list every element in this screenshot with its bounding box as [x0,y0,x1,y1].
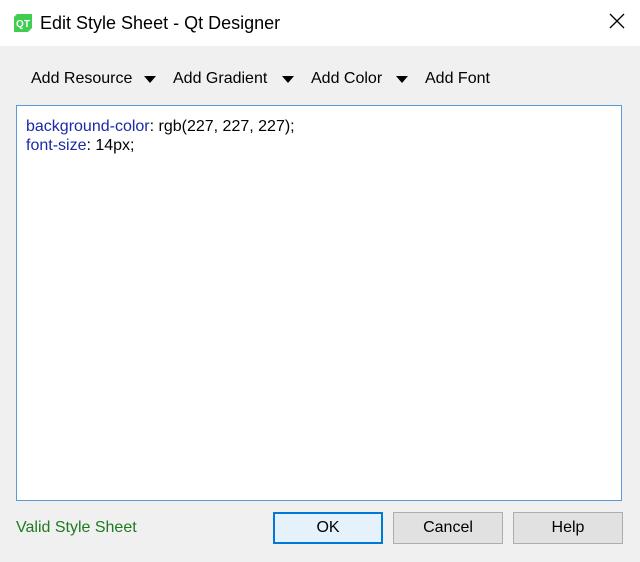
add-resource-label: Add Resource [31,70,133,87]
add-gradient-button[interactable]: Add Gradient [173,60,267,98]
close-button[interactable] [594,0,640,46]
add-gradient-label: Add Gradient [173,70,268,87]
edit-style-sheet-dialog: QT Edit Style Sheet - Qt Designer Add Re… [0,0,640,562]
css-value: 14px; [95,137,135,154]
ok-button[interactable]: OK [273,512,383,544]
add-font-label: Add Font [425,70,490,87]
cancel-button[interactable]: Cancel [393,512,503,544]
css-property: font-size [26,137,87,154]
add-color-dropdown[interactable] [392,60,412,98]
window-title: Edit Style Sheet - Qt Designer [40,13,281,33]
code-line: font-size: 14px; [26,136,612,155]
qt-designer-icon: QT [13,13,33,33]
style-sheet-editor[interactable]: background-color: rgb(227, 227, 227); fo… [16,105,622,501]
code-line: background-color: rgb(227, 227, 227); [26,117,612,136]
add-color-button[interactable]: Add Color [311,60,382,98]
add-color-label: Add Color [311,70,383,87]
svg-text:QT: QT [16,19,30,30]
title-bar: QT Edit Style Sheet - Qt Designer [0,0,640,46]
add-resource-button[interactable]: Add Resource [31,60,132,98]
add-resource-dropdown[interactable] [140,60,160,98]
css-property: background-color [26,118,150,135]
css-value: rgb(227, 227, 227); [158,118,295,135]
chevron-down-icon [396,75,408,83]
css-separator: : [149,118,159,135]
chevron-down-icon [144,75,156,83]
add-gradient-dropdown[interactable] [278,60,298,98]
chevron-down-icon [282,75,294,83]
add-font-button[interactable]: Add Font [425,60,490,98]
close-icon [609,13,625,34]
validity-status: Valid Style Sheet [16,519,137,536]
help-button[interactable]: Help [513,512,623,544]
toolbar: Add Resource Add Gradient Add Color Add … [0,60,640,98]
